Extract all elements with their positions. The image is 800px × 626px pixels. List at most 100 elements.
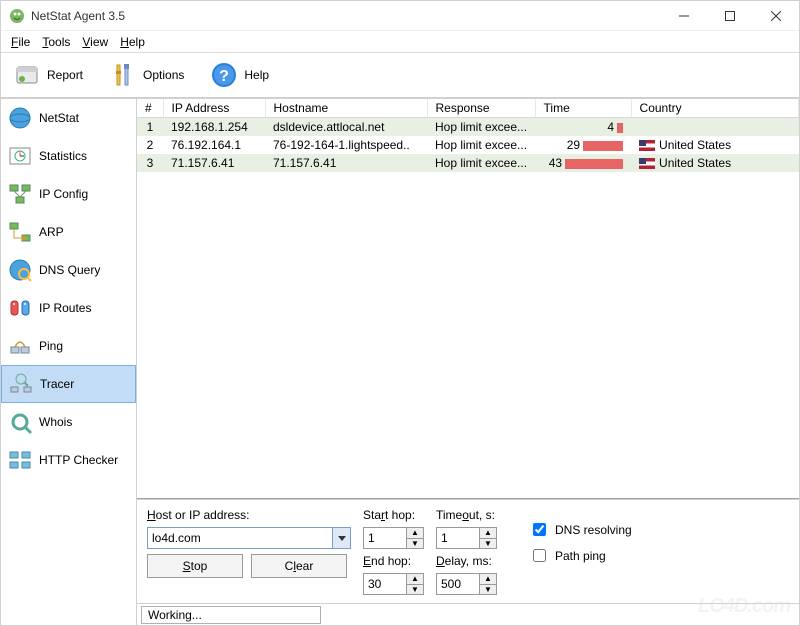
close-button[interactable] [753, 1, 799, 31]
sidebar-item-label: Whois [39, 415, 72, 429]
statistics-icon [7, 143, 33, 169]
end-hop-spinner[interactable]: ▲▼ [363, 573, 424, 595]
tracer-icon [8, 371, 34, 397]
table-row[interactable]: 1192.168.1.254dsldevice.attlocal.netHop … [137, 118, 799, 137]
end-hop-input[interactable] [363, 573, 407, 595]
toolbar: Report Options ? Help [1, 52, 799, 98]
timeout-spinner[interactable]: ▲▼ [436, 527, 497, 549]
cell-num: 1 [137, 118, 163, 137]
us-flag-icon [639, 140, 655, 151]
column-header[interactable]: Time [535, 99, 631, 118]
titlebar: NetStat Agent 3.5 [1, 1, 799, 31]
cell-country [631, 118, 798, 137]
timeout-label: Timeout, s: [436, 508, 497, 522]
arp-icon [7, 219, 33, 245]
iproutes-icon [7, 295, 33, 321]
toolbar-options-button[interactable]: Options [101, 55, 192, 95]
sidebar: NetStat Statistics IP Config ARP DNS Query IP… [1, 98, 137, 625]
maximize-button[interactable] [707, 1, 753, 31]
start-hop-down[interactable]: ▼ [407, 538, 423, 548]
chevron-down-icon [338, 536, 346, 541]
cell-time: 4 [535, 118, 631, 137]
host-label: Host or IP address: [147, 508, 351, 522]
sidebar-item-label: IP Routes [39, 301, 91, 315]
cell-resp: Hop limit excee... [427, 154, 535, 172]
httpchecker-icon [7, 447, 33, 473]
start-hop-input[interactable] [363, 527, 407, 549]
dnsquery-icon [7, 257, 33, 283]
toolbar-report-label: Report [47, 68, 83, 82]
cell-ip: 192.168.1.254 [163, 118, 265, 137]
delay-spinner[interactable]: ▲▼ [436, 573, 497, 595]
column-header[interactable]: IP Address [163, 99, 265, 118]
path-ping-checkbox-row[interactable]: Path ping [529, 546, 632, 565]
sidebar-item-label: Ping [39, 339, 63, 353]
end-hop-down[interactable]: ▼ [407, 584, 423, 594]
report-icon [13, 61, 41, 89]
cell-num: 2 [137, 136, 163, 154]
sidebar-item-httpchecker[interactable]: HTTP Checker [1, 441, 136, 479]
delay-up[interactable]: ▲ [480, 574, 496, 584]
main-pane: #IP AddressHostnameResponseTimeCountry 1… [137, 98, 799, 625]
minimize-button[interactable] [661, 1, 707, 31]
menu-tools[interactable]: Tools [36, 33, 76, 51]
cell-country: United States [631, 136, 798, 154]
timeout-input[interactable] [436, 527, 480, 549]
sidebar-item-iproutes[interactable]: IP Routes [1, 289, 136, 327]
timeout-up[interactable]: ▲ [480, 528, 496, 538]
trace-table: #IP AddressHostnameResponseTimeCountry 1… [137, 99, 799, 172]
cell-host: dsldevice.attlocal.net [265, 118, 427, 137]
netstat-icon [7, 105, 33, 131]
menubar: File Tools View Help [1, 31, 799, 52]
status-text: Working... [141, 606, 321, 624]
app-icon [9, 8, 25, 24]
tools-icon [109, 61, 137, 89]
dns-resolving-checkbox-row[interactable]: DNS resolving [529, 520, 632, 539]
start-hop-up[interactable]: ▲ [407, 528, 423, 538]
host-input[interactable] [147, 527, 333, 549]
sidebar-item-netstat[interactable]: NetStat [1, 99, 136, 137]
cell-country: United States [631, 154, 798, 172]
toolbar-help-label: Help [244, 68, 269, 82]
column-header[interactable]: # [137, 99, 163, 118]
menu-help[interactable]: Help [114, 33, 151, 51]
sidebar-item-dnsquery[interactable]: DNS Query [1, 251, 136, 289]
clear-button[interactable]: Clear [251, 554, 347, 578]
sidebar-item-label: Statistics [39, 149, 87, 163]
host-combo[interactable] [147, 527, 351, 549]
sidebar-item-statistics[interactable]: Statistics [1, 137, 136, 175]
stop-button[interactable]: Stop [147, 554, 243, 578]
cell-ip: 76.192.164.1 [163, 136, 265, 154]
toolbar-help-button[interactable]: ? Help [202, 55, 277, 95]
sidebar-item-ping[interactable]: Ping [1, 327, 136, 365]
table-row[interactable]: 276.192.164.176-192-164-1.lightspeed..Ho… [137, 136, 799, 154]
whois-icon [7, 409, 33, 435]
statusbar: Working... [137, 603, 799, 625]
sidebar-item-label: Tracer [40, 377, 74, 391]
sidebar-item-label: ARP [39, 225, 64, 239]
sidebar-item-arp[interactable]: ARP [1, 213, 136, 251]
sidebar-item-ipconfig[interactable]: IP Config [1, 175, 136, 213]
sidebar-item-whois[interactable]: Whois [1, 403, 136, 441]
cell-time: 29 [535, 136, 631, 154]
dns-resolving-label: DNS resolving [555, 523, 632, 537]
host-dropdown-button[interactable] [333, 527, 351, 549]
toolbar-report-button[interactable]: Report [5, 55, 91, 95]
sidebar-item-tracer[interactable]: Tracer [1, 365, 136, 403]
table-row[interactable]: 371.157.6.4171.157.6.41Hop limit excee..… [137, 154, 799, 172]
dns-resolving-checkbox[interactable] [533, 523, 546, 536]
cell-ip: 71.157.6.41 [163, 154, 265, 172]
start-hop-spinner[interactable]: ▲▼ [363, 527, 424, 549]
delay-down[interactable]: ▼ [480, 584, 496, 594]
trace-table-wrap[interactable]: #IP AddressHostnameResponseTimeCountry 1… [137, 99, 799, 499]
timeout-down[interactable]: ▼ [480, 538, 496, 548]
end-hop-up[interactable]: ▲ [407, 574, 423, 584]
path-ping-checkbox[interactable] [533, 549, 546, 562]
delay-input[interactable] [436, 573, 480, 595]
column-header[interactable]: Country [631, 99, 798, 118]
column-header[interactable]: Hostname [265, 99, 427, 118]
column-header[interactable]: Response [427, 99, 535, 118]
menu-view[interactable]: View [76, 33, 114, 51]
ipconfig-icon [7, 181, 33, 207]
menu-file[interactable]: File [5, 33, 36, 51]
